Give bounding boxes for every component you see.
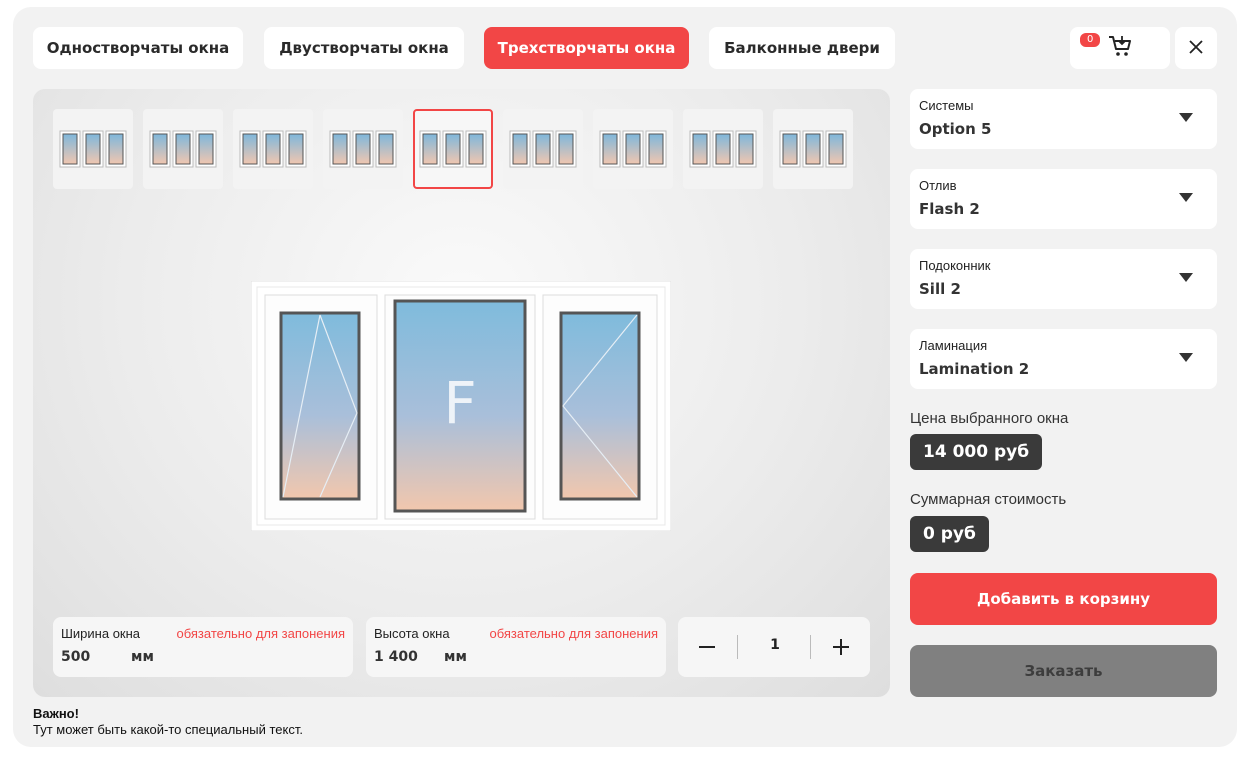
window-preview-area: F Ширина окна обязательно для запонения …	[33, 89, 890, 697]
cart-icon	[1107, 34, 1133, 62]
select-value: Option 5	[919, 120, 992, 138]
sill-select[interactable]: Подоконник Sill 2	[910, 249, 1217, 309]
tab-single-sash[interactable]: Одностворчаты окна	[33, 27, 243, 69]
price-badge: 14 000 руб	[910, 434, 1043, 470]
add-to-cart-button[interactable]: Добавить в корзину	[910, 573, 1217, 625]
order-button[interactable]: Заказать	[910, 645, 1217, 697]
window-variant-thumb[interactable]	[503, 109, 583, 189]
total-badge: 0 руб	[910, 516, 989, 552]
chevron-down-icon	[1179, 273, 1193, 282]
window-variant-thumb[interactable]	[683, 109, 763, 189]
minus-icon[interactable]	[695, 635, 719, 659]
height-field[interactable]: Высота окна обязательно для запонения 1 …	[366, 617, 666, 677]
quantity-value[interactable]: 1	[758, 637, 792, 653]
select-label: Подоконник	[919, 258, 991, 273]
tab-triple-sash[interactable]: Трехстворчаты окна	[484, 27, 689, 69]
height-unit: мм	[444, 649, 467, 665]
configurator-panel: Одностворчаты окна Двустворчаты окна Тре…	[13, 7, 1237, 747]
window-variant-thumb[interactable]	[773, 109, 853, 189]
height-required-hint: обязательно для запонения	[489, 626, 659, 641]
chevron-down-icon	[1179, 193, 1193, 202]
quantity-stepper: 1	[678, 617, 870, 677]
systems-select[interactable]: Системы Option 5	[910, 89, 1217, 149]
window-variant-thumb[interactable]	[53, 109, 133, 189]
selected-window-image: F	[250, 280, 672, 532]
cart-count-badge: 0	[1080, 33, 1101, 47]
window-variant-thumb[interactable]	[593, 109, 673, 189]
stepper-divider	[737, 635, 738, 659]
window-variant-thumb[interactable]	[233, 109, 313, 189]
lamination-select[interactable]: Ламинация Lamination 2	[910, 329, 1217, 389]
chevron-down-icon	[1179, 113, 1193, 122]
select-label: Системы	[919, 98, 974, 113]
price-label: Цена выбранного окна	[910, 410, 1069, 427]
select-label: Отлив	[919, 178, 957, 193]
select-value: Lamination 2	[919, 360, 1030, 378]
width-field[interactable]: Ширина окна обязательно для запонения 50…	[53, 617, 353, 677]
height-label: Высота окна	[374, 626, 450, 641]
cart-button[interactable]: 0	[1070, 27, 1170, 69]
tab-double-sash[interactable]: Двустворчаты окна	[264, 27, 464, 69]
window-variant-thumb[interactable]	[143, 109, 223, 189]
fixed-sash-label: F	[443, 369, 477, 437]
height-input[interactable]: 1 400	[374, 649, 418, 665]
close-button[interactable]	[1175, 27, 1217, 69]
select-value: Sill 2	[919, 280, 961, 298]
width-unit: мм	[131, 649, 154, 665]
close-icon	[1189, 39, 1203, 58]
stepper-divider	[810, 635, 811, 659]
width-required-hint: обязательно для запонения	[176, 626, 346, 641]
tab-balcony-doors[interactable]: Балконные двери	[709, 27, 895, 69]
chevron-down-icon	[1179, 353, 1193, 362]
width-input[interactable]: 500	[61, 649, 90, 665]
select-label: Ламинация	[919, 338, 988, 353]
plus-icon[interactable]	[829, 635, 853, 659]
select-value: Flash 2	[919, 200, 980, 218]
flashing-select[interactable]: Отлив Flash 2	[910, 169, 1217, 229]
window-variant-thumb[interactable]	[323, 109, 403, 189]
window-variant-thumb-selected[interactable]	[413, 109, 493, 189]
note-text: Тут может быть какой-то специальный текс…	[33, 722, 303, 737]
width-label: Ширина окна	[61, 626, 141, 641]
note-title: Важно!	[33, 706, 79, 721]
total-label: Суммарная стоимость	[910, 491, 1067, 508]
